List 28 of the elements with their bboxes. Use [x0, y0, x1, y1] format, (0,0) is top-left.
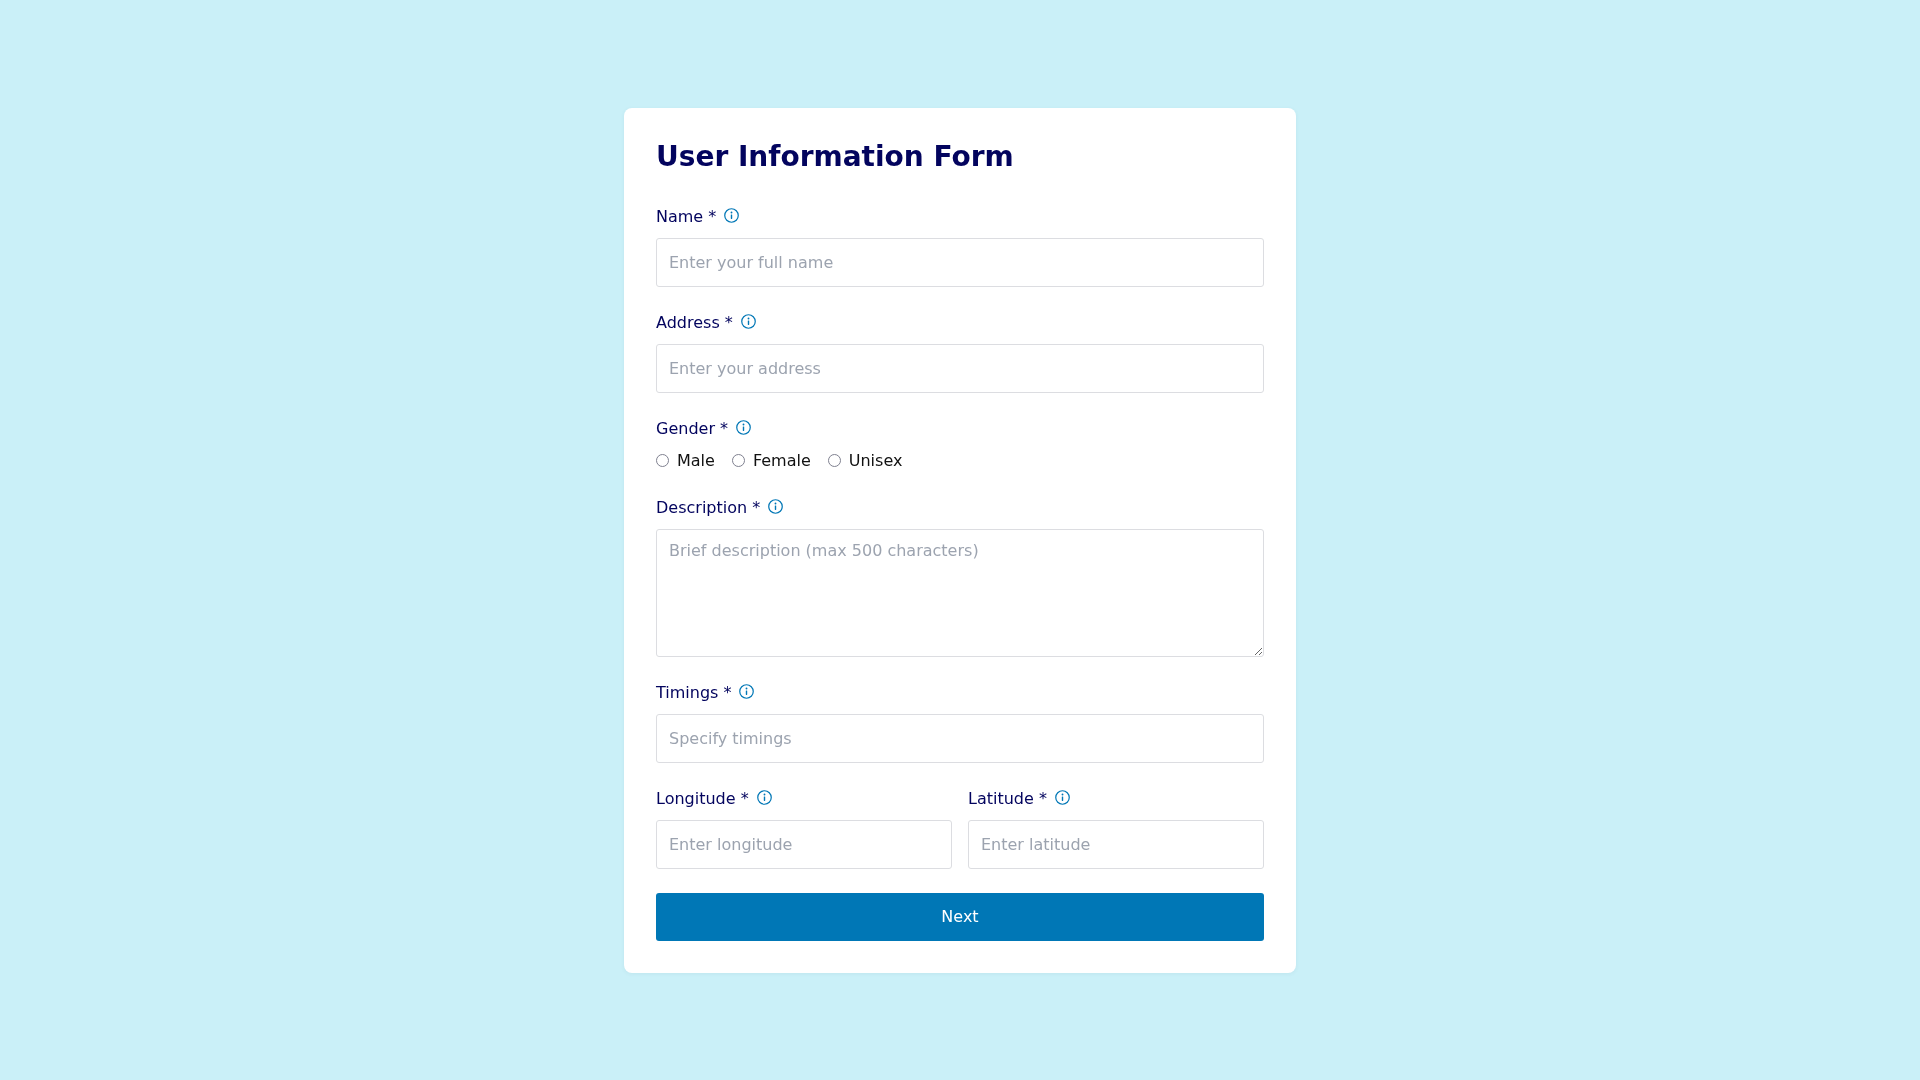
radio-label[interactable]: Female [752, 449, 811, 472]
field-label: Latitude * [968, 787, 1047, 810]
text-input[interactable]: Enter your full name [656, 237, 1264, 287]
info-icon[interactable] [1054, 789, 1070, 805]
text-input[interactable]: Enter your address [656, 343, 1264, 393]
radio-label[interactable]: Unisex [848, 449, 903, 472]
field-label: Address * [656, 311, 733, 334]
field-label: Gender * [656, 417, 729, 440]
radio-button[interactable] [656, 454, 669, 467]
field-label: Longitude * [656, 787, 749, 810]
radio-button[interactable] [827, 454, 841, 467]
info-icon[interactable] [736, 419, 752, 435]
text-input[interactable]: Enter latitude [968, 819, 1264, 869]
textarea-input[interactable]: Brief description (max 500 characters) [656, 528, 1264, 657]
field-label: Description * [656, 496, 761, 519]
next-button[interactable]: Next [656, 892, 1264, 941]
info-icon[interactable] [724, 207, 740, 223]
info-icon[interactable] [756, 789, 772, 805]
info-icon[interactable] [739, 683, 755, 699]
field-label: Timings * [656, 681, 732, 704]
info-icon[interactable] [768, 498, 784, 514]
radio-label[interactable]: Male [677, 449, 715, 472]
text-input[interactable]: Specify timings [656, 713, 1264, 763]
info-icon[interactable] [740, 313, 756, 329]
form-title: User Information Form [656, 139, 1015, 174]
field-label: Name * [656, 205, 717, 228]
radio-button[interactable] [731, 454, 745, 467]
text-input[interactable]: Enter longitude [656, 819, 952, 869]
